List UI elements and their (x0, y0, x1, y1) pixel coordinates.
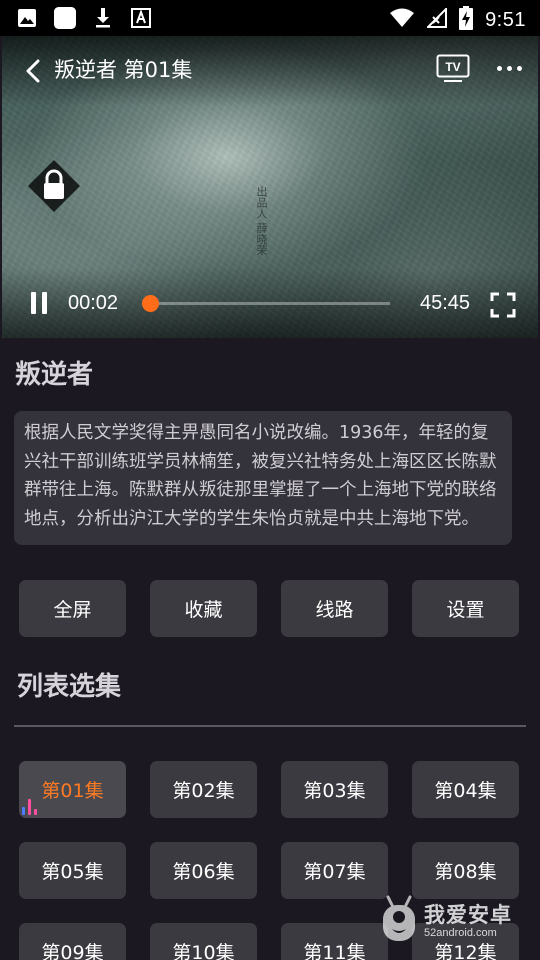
episode-button-11[interactable]: 第11集 (281, 923, 388, 960)
app-icon (54, 7, 76, 29)
episode-button-04[interactable]: 第04集 (412, 761, 519, 818)
episode-button-07[interactable]: 第07集 (281, 842, 388, 899)
fullscreen-toggle-button[interactable] (490, 292, 516, 318)
back-button[interactable] (22, 58, 46, 83)
episode-button-05[interactable]: 第05集 (19, 842, 126, 899)
episode-button-03[interactable]: 第03集 (281, 761, 388, 818)
watermark-text: 我爱安卓 (424, 903, 512, 927)
system-icons: 9:51 (389, 6, 526, 34)
clock: 9:51 (485, 8, 526, 31)
duration: 45:45 (420, 292, 471, 314)
episode-title: 叛逆者 第01集 (54, 58, 193, 82)
fullscreen-button[interactable]: 全屏 (19, 580, 126, 637)
lock-icon (28, 160, 80, 212)
wifi-icon (389, 8, 415, 32)
now-playing-icon (22, 799, 37, 815)
chevron-left-icon (26, 59, 40, 83)
pause-icon (31, 292, 36, 314)
settings-button[interactable]: 设置 (412, 580, 519, 637)
screen-lock-button[interactable] (26, 158, 82, 214)
image-icon (16, 7, 38, 29)
download-icon (92, 7, 114, 29)
signal-icon (425, 6, 448, 32)
status-bar: 9:51 (0, 0, 540, 36)
episode-button-10[interactable]: 第10集 (150, 923, 257, 960)
notification-icons (16, 7, 152, 29)
battery-icon (459, 6, 474, 34)
current-time: 00:02 (68, 292, 119, 314)
divider (14, 725, 526, 727)
action-bar: 全屏 收藏 线路 设置 (19, 580, 519, 637)
episode-list-title: 列表选集 (17, 672, 122, 702)
more-options-button[interactable] (492, 60, 526, 76)
video-player[interactable]: 叛逆者 第01集 TV 出品人 薛晓荣 00:02 45:45 (2, 36, 538, 338)
font-icon (130, 7, 152, 29)
cast-tv-button[interactable]: TV (436, 54, 470, 84)
show-description[interactable]: 根据人民文学奖得主畀愚同名小说改编。1936年，年轻的复兴社干部训练班学员林楠笙… (14, 411, 512, 545)
pause-button[interactable] (28, 292, 50, 314)
watermark: 我爱安卓 52android.com (380, 893, 530, 949)
episode-label: 第01集 (41, 780, 104, 802)
episode-button-09[interactable]: 第09集 (19, 923, 126, 960)
episode-button-08[interactable]: 第08集 (412, 842, 519, 899)
video-overlay-text: 出品人 薛晓荣 (255, 186, 268, 256)
watermark-url: 52android.com (424, 927, 497, 939)
tv-icon: TV (436, 54, 470, 82)
show-title: 叛逆者 (15, 360, 94, 390)
fullscreen-icon (490, 292, 516, 318)
episode-button-01[interactable]: 第01集 (19, 761, 126, 818)
android-robot-icon (383, 895, 415, 941)
favorite-button[interactable]: 收藏 (150, 580, 257, 637)
svg-text:TV: TV (445, 60, 460, 74)
episode-button-02[interactable]: 第02集 (150, 761, 257, 818)
description-text: 根据人民文学奖得主畀愚同名小说改编。1936年，年轻的复兴社干部训练班学员林楠笙… (24, 423, 497, 529)
source-line-button[interactable]: 线路 (281, 580, 388, 637)
seek-bar[interactable] (142, 295, 390, 312)
more-icon (496, 65, 502, 71)
episode-button-06[interactable]: 第06集 (150, 842, 257, 899)
